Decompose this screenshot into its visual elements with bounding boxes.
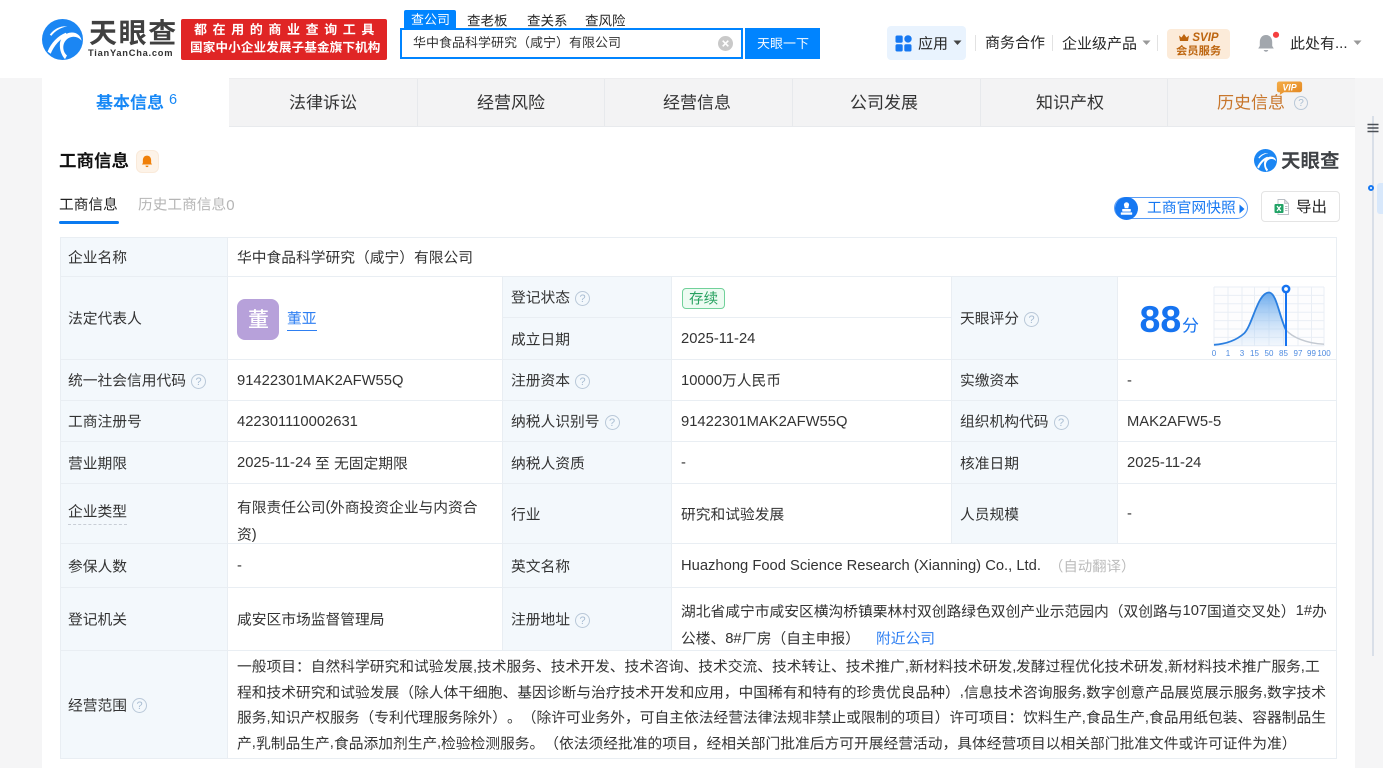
svg-text:15: 15 xyxy=(1250,349,1259,358)
svg-text:85: 85 xyxy=(1279,349,1288,358)
svg-text:50: 50 xyxy=(1265,349,1274,358)
svg-text:VIP: VIP xyxy=(1282,82,1296,92)
svg-text:1: 1 xyxy=(1226,349,1231,358)
svg-text:97: 97 xyxy=(1294,349,1303,358)
svg-text:0: 0 xyxy=(1212,349,1217,358)
svg-text:99: 99 xyxy=(1307,349,1316,358)
svg-text:100: 100 xyxy=(1317,349,1331,358)
svg-text:3: 3 xyxy=(1240,349,1245,358)
